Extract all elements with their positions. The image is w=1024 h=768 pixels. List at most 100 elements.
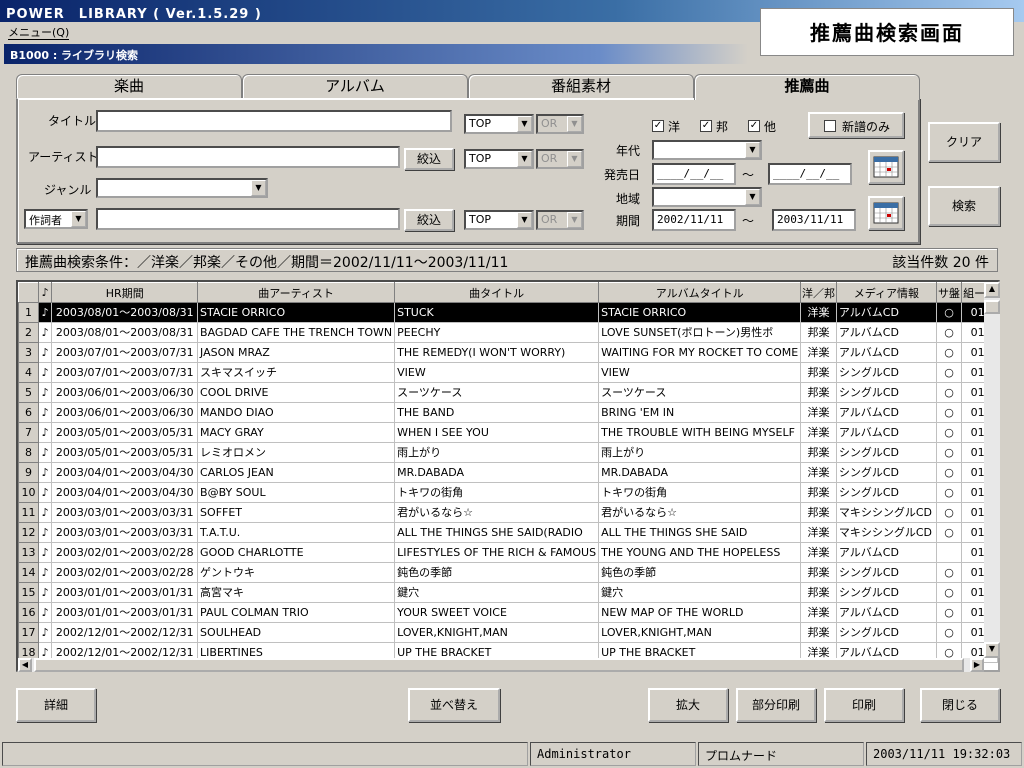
western-checkbox[interactable]: ✓ (652, 120, 664, 132)
table-row[interactable]: 6 ♪ 2003/06/01～2003/06/30 MANDO DIAO THE BAN… (18, 402, 998, 423)
tab-songs[interactable]: 楽曲 (16, 74, 242, 98)
print-button[interactable]: 印刷 (824, 688, 904, 722)
column-header[interactable]: 曲アーティスト (197, 282, 396, 303)
table-cell: 洋楽 (800, 542, 837, 563)
column-header[interactable]: ♪ (37, 282, 53, 303)
release-from-input[interactable]: ____/__/__ (652, 163, 736, 185)
release-calendar-button[interactable] (868, 150, 904, 184)
other-checkbox[interactable]: ✓ (748, 120, 760, 132)
scroll-right-arrow-icon[interactable]: ▶ (970, 658, 984, 672)
table-row[interactable]: 8 ♪ 2003/05/01～2003/05/31 レミオロメン 雨上がり 雨上がり 邦楽シ… (18, 442, 998, 463)
tab-recommended[interactable]: 推薦曲 (694, 74, 920, 100)
other-label: 他 (764, 120, 777, 134)
genre-select[interactable]: ▼ (96, 178, 268, 198)
period-to-input[interactable]: 2003/11/11 (772, 209, 856, 231)
horizontal-scrollbar[interactable]: ◀ ▶ (18, 658, 984, 672)
table-cell: 雨上がり (598, 442, 802, 463)
music-note-icon: ♪ (37, 522, 53, 543)
clear-button[interactable]: クリア (928, 122, 1000, 162)
artist-input[interactable] (96, 146, 400, 168)
sort-button[interactable]: 並べ替え (408, 688, 500, 722)
table-row[interactable]: 14 ♪ 2003/02/01～2003/02/28 ゲントウキ 鈍色の季節 鈍色の季節邦… (18, 562, 998, 583)
new-only-toggle[interactable]: 新譜のみ (808, 112, 904, 138)
table-cell: スキマスイッチ (197, 362, 396, 383)
screen-label: 推薦曲検索画面 (760, 8, 1014, 56)
zoom-button[interactable]: 拡大 (648, 688, 728, 722)
column-header[interactable]: アルバムタイトル (598, 282, 802, 303)
scroll-thumb[interactable] (984, 300, 1000, 314)
table-row[interactable]: 9 ♪ 2003/04/01～2003/04/30 CARLOS JEAN MR.DAB… (18, 462, 998, 483)
table-row[interactable]: 5 ♪ 2003/06/01～2003/06/30 COOL DRIVE スーツケースス… (18, 382, 998, 403)
period-from-input[interactable]: 2002/11/11 (652, 209, 736, 231)
chevron-down-icon[interactable]: ▼ (745, 142, 760, 158)
table-cell: シングルCD (835, 582, 937, 603)
table-row[interactable]: 3 ♪ 2003/07/01～2003/07/31 JASON MRAZ THE REM… (18, 342, 998, 363)
artist-narrow-button[interactable]: 絞込 (404, 148, 454, 170)
table-row[interactable]: 10 ♪ 2003/04/01～2003/04/30 B@BY SOUL トキワの街角ト… (18, 482, 998, 503)
partial-print-button[interactable]: 部分印刷 (736, 688, 816, 722)
era-select[interactable]: ▼ (652, 140, 762, 160)
chevron-down-icon[interactable]: ▼ (517, 212, 532, 228)
table-cell: 2003/04/01～2003/04/30 (51, 462, 199, 483)
table-row[interactable]: 16 ♪ 2003/01/01～2003/01/31 PAUL COLMAN TRIO… (18, 602, 998, 623)
scroll-left-arrow-icon[interactable]: ◀ (18, 658, 32, 672)
detail-button[interactable]: 詳細 (16, 688, 96, 722)
music-note-icon: ♪ (37, 442, 53, 463)
release-to-input[interactable]: ____/__/__ (768, 163, 852, 185)
new-only-checkbox[interactable] (824, 120, 836, 132)
title-match-select[interactable]: TOP ▼ (464, 114, 534, 134)
title-logic-select: OR ▼ (536, 114, 584, 134)
scroll-up-arrow-icon[interactable]: ▲ (984, 282, 1000, 298)
title-input[interactable] (96, 110, 452, 132)
tab-program-materials[interactable]: 番組素材 (468, 74, 694, 98)
person-match-select[interactable]: TOP ▼ (464, 210, 534, 230)
table-row[interactable]: 17 ♪ 2002/12/01～2002/12/31 SOULHEAD LOVER,KN… (18, 622, 998, 643)
results-grid: ♪ HR期間 曲アーティスト 曲タイトル アルバムタイトル 洋／邦 メディア情報 サ盤 組ート … (16, 280, 1000, 672)
subtitle-bar: B1000 : ライブラリ検索 (4, 44, 748, 64)
column-header[interactable] (18, 282, 39, 303)
menu-item[interactable]: メニュー(Q) (8, 26, 70, 40)
column-header[interactable]: 洋／邦 (800, 282, 837, 303)
table-cell: ○ (935, 602, 963, 623)
chevron-down-icon[interactable]: ▼ (71, 211, 86, 227)
close-button[interactable]: 閉じる (920, 688, 1000, 722)
column-header[interactable]: 曲タイトル (394, 282, 600, 303)
column-header[interactable]: HR期間 (51, 282, 199, 303)
table-cell: 2003/05/01～2003/05/31 (51, 422, 199, 443)
artist-match-select[interactable]: TOP ▼ (464, 149, 534, 169)
tab-albums[interactable]: アルバム (242, 74, 468, 98)
table-row[interactable]: 15 ♪ 2003/01/01～2003/01/31 高宮マキ 鍵穴 鍵穴 邦楽 シングルCD… (18, 582, 998, 603)
table-cell: 2003/08/01～2003/08/31 (51, 322, 199, 343)
table-row[interactable]: 1 ♪ 2003/08/01～2003/08/31 STACIE ORRICO STUC… (18, 302, 998, 323)
table-cell: 2003/07/01～2003/07/31 (51, 362, 199, 383)
column-header[interactable]: サ盤 (935, 282, 963, 303)
title-label: タイトル (48, 114, 97, 128)
period-calendar-button[interactable] (868, 196, 904, 230)
chevron-down-icon[interactable]: ▼ (517, 151, 532, 167)
table-cell: ○ (935, 562, 963, 583)
person-input[interactable] (96, 208, 400, 230)
horizontal-scroll-thumb[interactable] (34, 658, 964, 672)
table-row[interactable]: 12 ♪ 2003/03/01～2003/03/31 T.A.T.U. ALL THE … (18, 522, 998, 543)
table-cell: 邦楽 (800, 442, 837, 463)
table-cell: ALL THE THINGS SHE SAID(RADIO (394, 522, 600, 543)
table-row[interactable]: 13 ♪ 2003/02/01～2003/02/28 GOOD CHARLOTTE LI… (18, 542, 998, 563)
column-header[interactable]: メディア情報 (835, 282, 937, 303)
chevron-down-icon[interactable]: ▼ (517, 116, 532, 132)
chevron-down-icon[interactable]: ▼ (745, 189, 760, 205)
chevron-down-icon[interactable]: ▼ (251, 180, 266, 196)
person-narrow-button[interactable]: 絞込 (404, 209, 454, 231)
scroll-down-arrow-icon[interactable]: ▼ (984, 642, 1000, 658)
region-select[interactable]: ▼ (652, 187, 762, 207)
music-note-icon: ♪ (37, 602, 53, 623)
table-cell: VIEW (394, 362, 600, 383)
japanese-checkbox[interactable]: ✓ (700, 120, 712, 132)
person-role-select[interactable]: 作詞者 ▼ (24, 209, 88, 229)
table-row[interactable]: 7 ♪ 2003/05/01～2003/05/31 MACY GRAY WHEN I S… (18, 422, 998, 443)
search-button[interactable]: 検索 (928, 186, 1000, 226)
vertical-scrollbar[interactable]: ▲ ▼ (984, 282, 1000, 658)
table-cell: シングルCD (835, 622, 937, 643)
table-row[interactable]: 4 ♪ 2003/07/01～2003/07/31 スキマスイッチ VIEW VIEW 邦楽… (18, 362, 998, 383)
table-row[interactable]: 11 ♪ 2003/03/01～2003/03/31 SOFFET 君がいるなら☆ 君がい… (18, 502, 998, 523)
table-row[interactable]: 2 ♪ 2003/08/01～2003/08/31 BAGDAD CAFE THE T… (18, 322, 998, 343)
